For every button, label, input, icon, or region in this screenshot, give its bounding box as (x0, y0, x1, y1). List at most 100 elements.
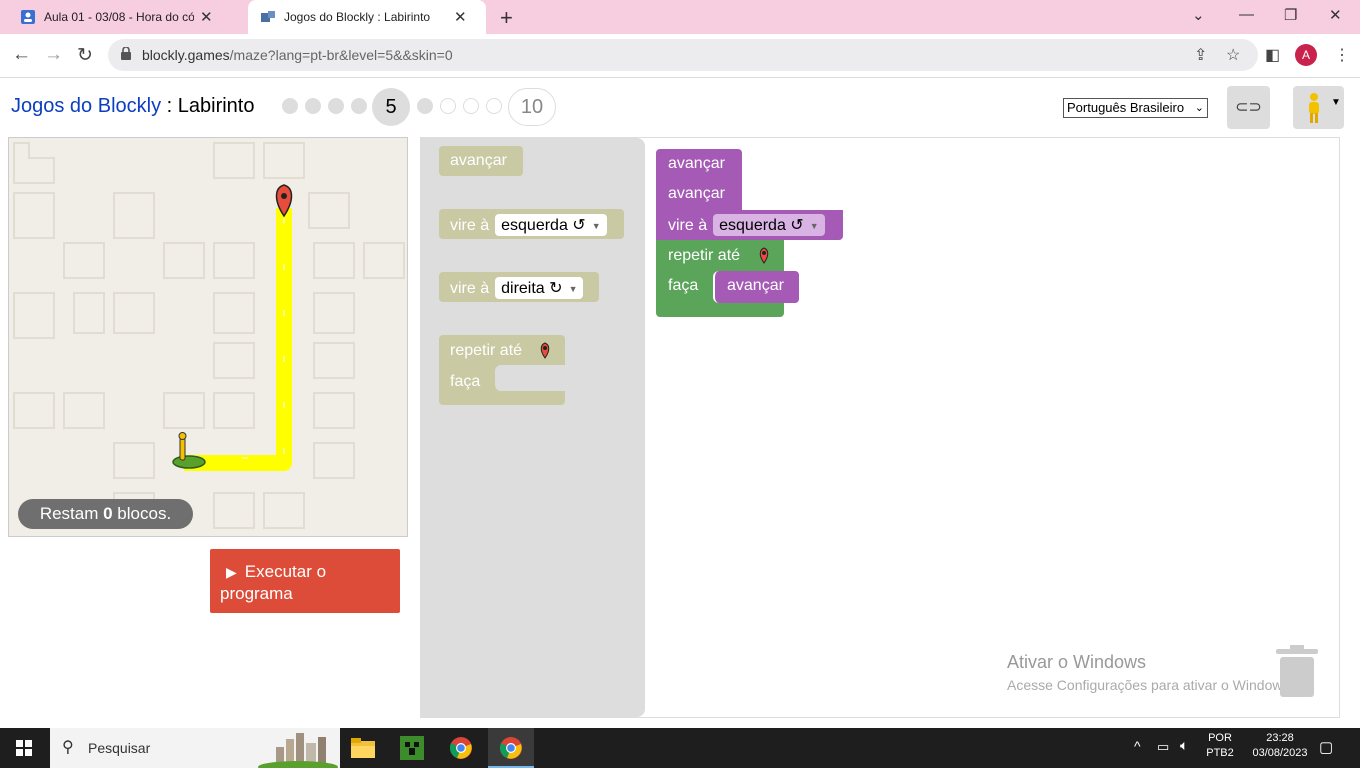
block-label: avançar (668, 185, 725, 202)
direction-value: direita ↻ (501, 280, 563, 297)
back-icon[interactable]: ← (12, 44, 31, 66)
close-tab-icon[interactable]: ✕ (200, 8, 213, 26)
search-highlight-icon (258, 731, 338, 768)
level-dot-9[interactable] (486, 98, 502, 114)
reload-icon[interactable]: ↻ (77, 44, 93, 67)
block-label: vire à (450, 280, 490, 297)
clock-date: 03/08/2023 (1252, 747, 1308, 759)
game-name: Labirinto (177, 95, 255, 117)
toolbox-repeat-until-block[interactable]: repetir até faça (439, 335, 565, 405)
input-language[interactable]: POR PTB2 (1203, 732, 1237, 759)
play-icon: ▶ (226, 564, 237, 580)
level-dot-8[interactable] (463, 98, 479, 114)
program-move-forward-block[interactable]: avançar (656, 149, 742, 180)
windows-start-icon[interactable] (16, 740, 32, 756)
direction-dropdown[interactable]: esquerda ↺ ▼ (495, 214, 607, 236)
title-separator: : (161, 95, 178, 117)
tab-blockly[interactable]: Jogos do Blockly : Labirinto ✕ (248, 0, 486, 34)
remaining-count: 0 (103, 504, 113, 523)
forward-icon[interactable]: → (44, 44, 63, 66)
minimize-icon[interactable]: — (1239, 6, 1254, 23)
level-dot-4[interactable] (351, 98, 367, 114)
notifications-icon[interactable]: ▢ (1319, 738, 1333, 756)
keyboard-layout: PTB2 (1206, 747, 1234, 759)
minecraft-icon[interactable] (400, 736, 424, 760)
clock[interactable]: 23:28 03/08/2023 (1241, 732, 1319, 759)
toolbox-move-forward-block[interactable]: avançar (439, 146, 523, 176)
restore-icon[interactable]: ❐ (1284, 6, 1297, 24)
chevron-up-icon[interactable]: ^ (1134, 738, 1141, 754)
bookmark-star-icon[interactable]: ☆ (1226, 45, 1240, 65)
chrome-profile-icon[interactable] (499, 736, 523, 760)
maze-drawing (13, 142, 405, 529)
program-inner-move-forward-block[interactable]: avançar (713, 271, 799, 303)
profile-avatar[interactable]: A (1295, 44, 1317, 66)
level-dot-6[interactable] (417, 98, 433, 114)
last-level[interactable]: 10 (508, 88, 556, 126)
program-move-forward-block[interactable]: avançar (656, 180, 742, 210)
close-window-icon[interactable]: ✕ (1329, 6, 1342, 24)
tab-title: Jogos do Blockly : Labirinto (284, 10, 431, 24)
language-code: POR (1208, 732, 1232, 744)
block-label: avançar (727, 277, 784, 294)
remaining-blocks-badge: Restam 0 blocos. (18, 499, 193, 529)
run-program-button[interactable]: ▶ Executar o programa (210, 549, 400, 613)
tab-aula[interactable]: Aula 01 - 03/08 - Hora do códig ✕ (0, 0, 248, 34)
dropdown-arrow-icon: ▼ (809, 220, 819, 231)
language-select[interactable]: Português Brasileiro ⌄ (1063, 98, 1208, 118)
url-host: blockly.games (142, 47, 230, 63)
dropdown-arrow-icon: ▼ (591, 220, 601, 231)
close-tab-icon[interactable]: ✕ (454, 8, 467, 26)
remaining-suffix: blocos. (112, 504, 172, 523)
goal-marker-icon (540, 342, 550, 359)
dropdown-arrow-icon: ▼ (568, 283, 578, 294)
menu-icon[interactable]: ⋮ (1334, 45, 1350, 65)
share-icon[interactable]: ⇪ (1194, 45, 1207, 65)
pegman-character (172, 432, 206, 469)
trash-icon[interactable] (1276, 645, 1318, 697)
chevron-down-icon: ⌄ (1194, 102, 1204, 114)
block-label: avançar (450, 152, 507, 169)
block-label: faça (450, 373, 481, 390)
block-label: repetir até (450, 342, 523, 359)
search-placeholder: Pesquisar (88, 740, 151, 756)
new-tab-icon[interactable]: + (500, 5, 513, 31)
tab-title: Aula 01 - 03/08 - Hora do códig (44, 10, 194, 24)
search-icon: ⚲ (62, 739, 74, 756)
block-label: repetir até (668, 247, 741, 264)
level-dot-1[interactable] (282, 98, 298, 114)
toolbox-turn-right-block[interactable]: vire à direita ↻ ▼ (439, 272, 599, 302)
page-title: Jogos do Blockly : Labirinto (11, 95, 254, 118)
url-path: /maze?lang=pt-br&level=5&&skin=0 (229, 47, 453, 63)
level-dot-2[interactable] (305, 98, 321, 114)
toolbox-turn-left-block[interactable]: vire à esquerda ↺ ▼ (439, 209, 624, 239)
level-dot-7[interactable] (440, 98, 456, 114)
tab-search-icon[interactable]: ⌄ (1192, 6, 1205, 24)
url-text[interactable]: blockly.games/maze?lang=pt-br&level=5&&s… (142, 47, 453, 63)
direction-dropdown[interactable]: esquerda ↺ ▼ (713, 214, 825, 236)
volume-icon[interactable]: 🔈︎ (1180, 737, 1188, 754)
lock-icon (121, 47, 131, 60)
language-value: Português Brasileiro (1067, 100, 1185, 115)
puzzle-icon (261, 11, 275, 22)
block-label: vire à (668, 217, 708, 234)
direction-dropdown[interactable]: direita ↻ ▼ (495, 277, 584, 299)
maze-board (8, 137, 408, 537)
file-explorer-icon[interactable] (351, 738, 375, 758)
goal-marker-icon (759, 247, 769, 264)
character-select-button[interactable]: ▼ (1293, 86, 1344, 129)
current-level[interactable]: 5 (372, 88, 410, 126)
network-icon[interactable]: ▭ (1157, 739, 1169, 755)
program-turn-left-block[interactable]: vire à esquerda ↺ ▼ (656, 210, 843, 240)
side-panel-icon[interactable]: ◧ (1265, 45, 1280, 65)
block-label: vire à (450, 217, 490, 234)
chrome-icon[interactable] (449, 736, 473, 760)
app-home-link[interactable]: Jogos do Blockly (11, 95, 161, 117)
direction-value: esquerda ↺ (719, 217, 804, 234)
clock-time: 23:28 (1266, 732, 1294, 744)
activation-watermark-title: Ativar o Windows (1007, 652, 1147, 672)
level-dot-3[interactable] (328, 98, 344, 114)
classroom-icon (21, 10, 35, 24)
link-button[interactable]: ⊂⊃ (1227, 86, 1270, 129)
block-label: avançar (668, 155, 725, 172)
